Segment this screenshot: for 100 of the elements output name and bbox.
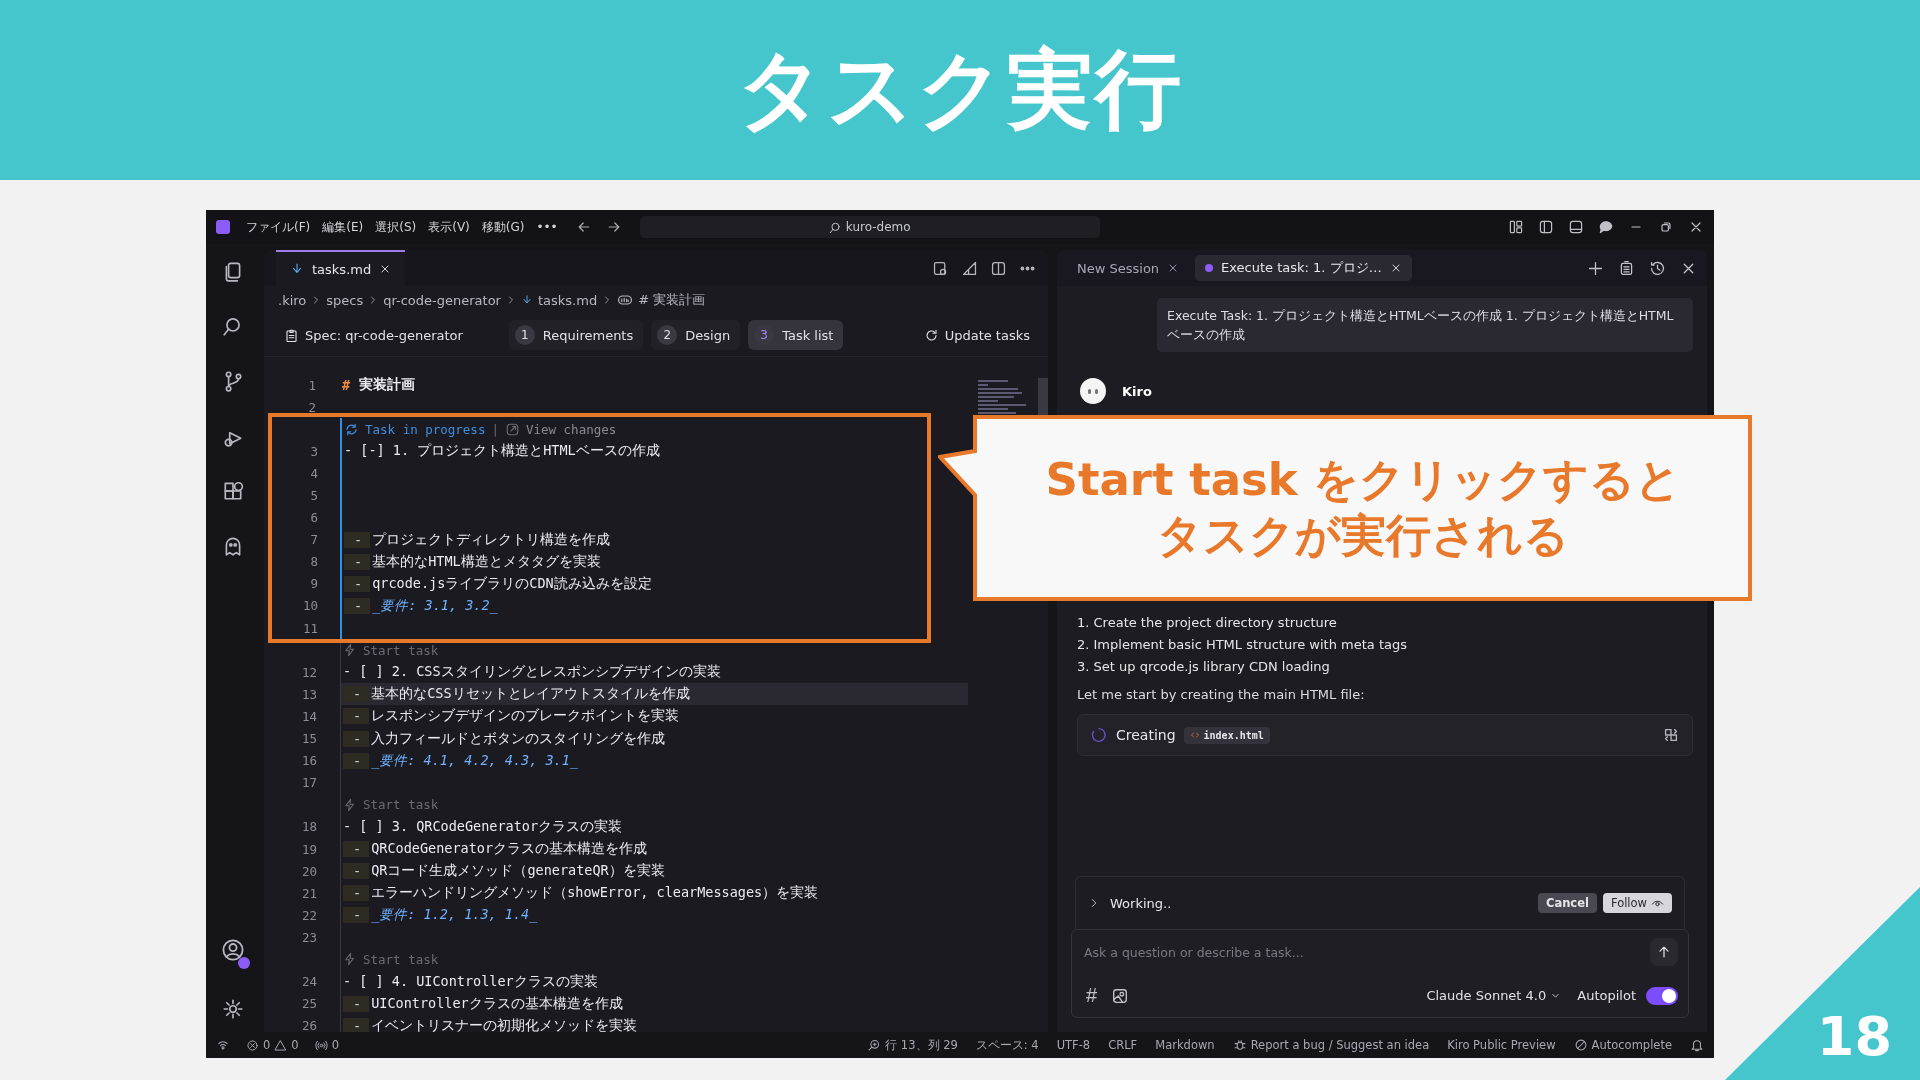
breadcrumb-item[interactable]: # 実装計画 xyxy=(638,291,706,309)
refresh-icon xyxy=(923,327,939,343)
status-item[interactable]: Kiro Public Preview xyxy=(1447,1038,1556,1052)
status-item[interactable]: Autocomplete xyxy=(1573,1038,1672,1052)
send-button[interactable] xyxy=(1650,938,1678,966)
code-text: QRCodeGeneratorクラスの基本構造を作成 xyxy=(370,840,648,858)
spinner-icon xyxy=(1090,726,1108,744)
line-number: 18 xyxy=(300,819,318,835)
lightning-icon[interactable] xyxy=(343,797,357,812)
markdown-icon xyxy=(290,262,304,276)
line-number: 15 xyxy=(300,731,318,747)
extensions-icon[interactable] xyxy=(222,480,244,502)
status-text: Autocomplete xyxy=(1591,1038,1672,1052)
chat-bubble-icon[interactable] xyxy=(1598,219,1614,235)
line-number: 23 xyxy=(300,929,318,945)
split-editor-icon[interactable] xyxy=(990,259,1007,277)
view-changes-link[interactable]: View changes xyxy=(525,421,617,437)
list-bullet: - xyxy=(343,995,370,1012)
breadcrumb-item[interactable]: qr-code-generator xyxy=(383,292,501,308)
step-label: Task list xyxy=(782,327,834,343)
panel-toggle-icon[interactable] xyxy=(1568,219,1584,235)
agent-name: Kiro xyxy=(1122,383,1152,399)
code-text: 基本的なCSSリセットとレイアウトスタイルを作成 xyxy=(370,685,690,704)
task-list-icon[interactable] xyxy=(1618,259,1635,277)
bug-icon xyxy=(1232,1038,1247,1052)
list-bullet: - xyxy=(343,863,370,880)
menu-item[interactable]: 移動(G) xyxy=(477,216,529,238)
update-tasks-button[interactable]: Update tasks xyxy=(917,326,1036,344)
list-bullet: - xyxy=(344,575,371,592)
menu-item[interactable]: ファイル(F) xyxy=(242,216,315,238)
line-number: 1 xyxy=(307,377,317,393)
separator-text: | xyxy=(491,421,499,437)
list-bullet: - xyxy=(344,598,371,614)
status-item[interactable]: CRLF xyxy=(1108,1038,1138,1052)
step-label: Design xyxy=(685,327,731,343)
status-item[interactable]: Markdown xyxy=(1155,1038,1215,1052)
menu-item[interactable]: ••• xyxy=(532,218,562,236)
line-number: 6 xyxy=(309,510,319,526)
line-number: 16 xyxy=(300,753,318,769)
requirement-text: _要件: 4.1, 4.2, 4.3, 3.1_ xyxy=(370,751,578,770)
ports-button[interactable]: 0 xyxy=(314,1038,339,1052)
port-count: 0 xyxy=(331,1038,339,1052)
file-chip[interactable]: index.html xyxy=(1183,726,1270,744)
remote-icon[interactable] xyxy=(216,1038,230,1052)
page-number: 18 xyxy=(1816,1005,1892,1068)
spec-step-tab[interactable]: 2 Design xyxy=(651,320,741,350)
restore-icon[interactable] xyxy=(1658,219,1674,235)
message-input[interactable]: Ask a question or describe a task... xyxy=(1082,943,1650,961)
context-button[interactable]: # xyxy=(1082,984,1102,1007)
line-number: 7 xyxy=(309,532,319,548)
list-bullet: - xyxy=(343,730,370,747)
line-number: 26 xyxy=(300,1018,318,1032)
lightning-icon[interactable] xyxy=(343,952,357,967)
breadcrumb-item[interactable]: .kiro xyxy=(278,292,307,308)
check-badge xyxy=(238,957,250,969)
task-line: - [ ] 2. CSSスタイリングとレスポンシブデザインの実装 xyxy=(343,663,721,682)
editor-tab[interactable]: tasks.md xyxy=(276,250,406,286)
problems-button[interactable]: 0 0 xyxy=(246,1038,299,1052)
breadcrumb-item[interactable]: tasks.md xyxy=(537,292,598,308)
view-changes-icon[interactable] xyxy=(504,421,520,437)
error-count: 0 xyxy=(263,1038,271,1052)
plan-step: 1. Create the project directory structure xyxy=(1077,612,1693,634)
chat-tab[interactable]: Execute task: 1. プロジ… xyxy=(1195,255,1412,281)
sidebar-toggle-icon[interactable] xyxy=(1538,219,1554,235)
line-number: 17 xyxy=(300,775,318,791)
message-text: Let me start by creating the main HTML file: xyxy=(1077,687,1366,702)
line-number: 19 xyxy=(300,841,318,857)
model-dropdown[interactable]: Claude Sonnet 4.0 xyxy=(1420,987,1568,1004)
spec-step-tab[interactable]: 1 Requirements xyxy=(508,320,644,350)
menu-item[interactable]: 表示(V) xyxy=(424,216,474,238)
cancel-button[interactable]: Cancel xyxy=(1537,893,1597,913)
plan-step: 3. Set up qrcode.js library CDN loading xyxy=(1077,656,1693,678)
bell-icon[interactable] xyxy=(1690,1038,1704,1052)
menu-item[interactable]: 編集(E) xyxy=(318,216,368,238)
settings-icon[interactable] xyxy=(222,998,244,1020)
history-icon[interactable] xyxy=(1649,259,1666,277)
code-text: QRコード生成メソッド（generateQR）を実装 xyxy=(370,862,665,881)
status-item[interactable]: UTF-8 xyxy=(1056,1038,1091,1052)
list-bullet: - xyxy=(344,531,371,548)
code-text: 基本的なHTML構造とメタタグを実装 xyxy=(371,552,601,571)
breadcrumb-item[interactable]: specs xyxy=(326,292,364,308)
heading-text: 実装計画 xyxy=(359,376,416,395)
menu-item[interactable]: 選択(S) xyxy=(371,216,421,238)
zoom-icon xyxy=(867,1038,882,1052)
action-label: Creating xyxy=(1116,727,1176,743)
scrollbar-thumb[interactable] xyxy=(1038,378,1048,418)
preview-icon[interactable] xyxy=(932,259,949,277)
spec-step-tab[interactable]: 3 Task list xyxy=(748,320,844,350)
image-icon[interactable] xyxy=(1111,986,1130,1005)
plus-icon[interactable] xyxy=(1587,259,1604,277)
search-field[interactable]: kuro-demo xyxy=(639,216,1100,238)
account-icon[interactable] xyxy=(221,938,245,962)
tab-label: tasks.md xyxy=(312,261,372,277)
status-item[interactable]: 行 13、列 29 xyxy=(867,1037,958,1053)
follow-button[interactable]: Follow xyxy=(1602,893,1672,913)
layout-icon[interactable] xyxy=(1508,219,1524,235)
status-item[interactable]: スペース: 4 xyxy=(975,1037,1039,1053)
chat-tab[interactable]: New Session xyxy=(1067,256,1190,280)
lightning-icon[interactable] xyxy=(343,643,357,658)
autopilot-toggle[interactable] xyxy=(1646,986,1678,1005)
